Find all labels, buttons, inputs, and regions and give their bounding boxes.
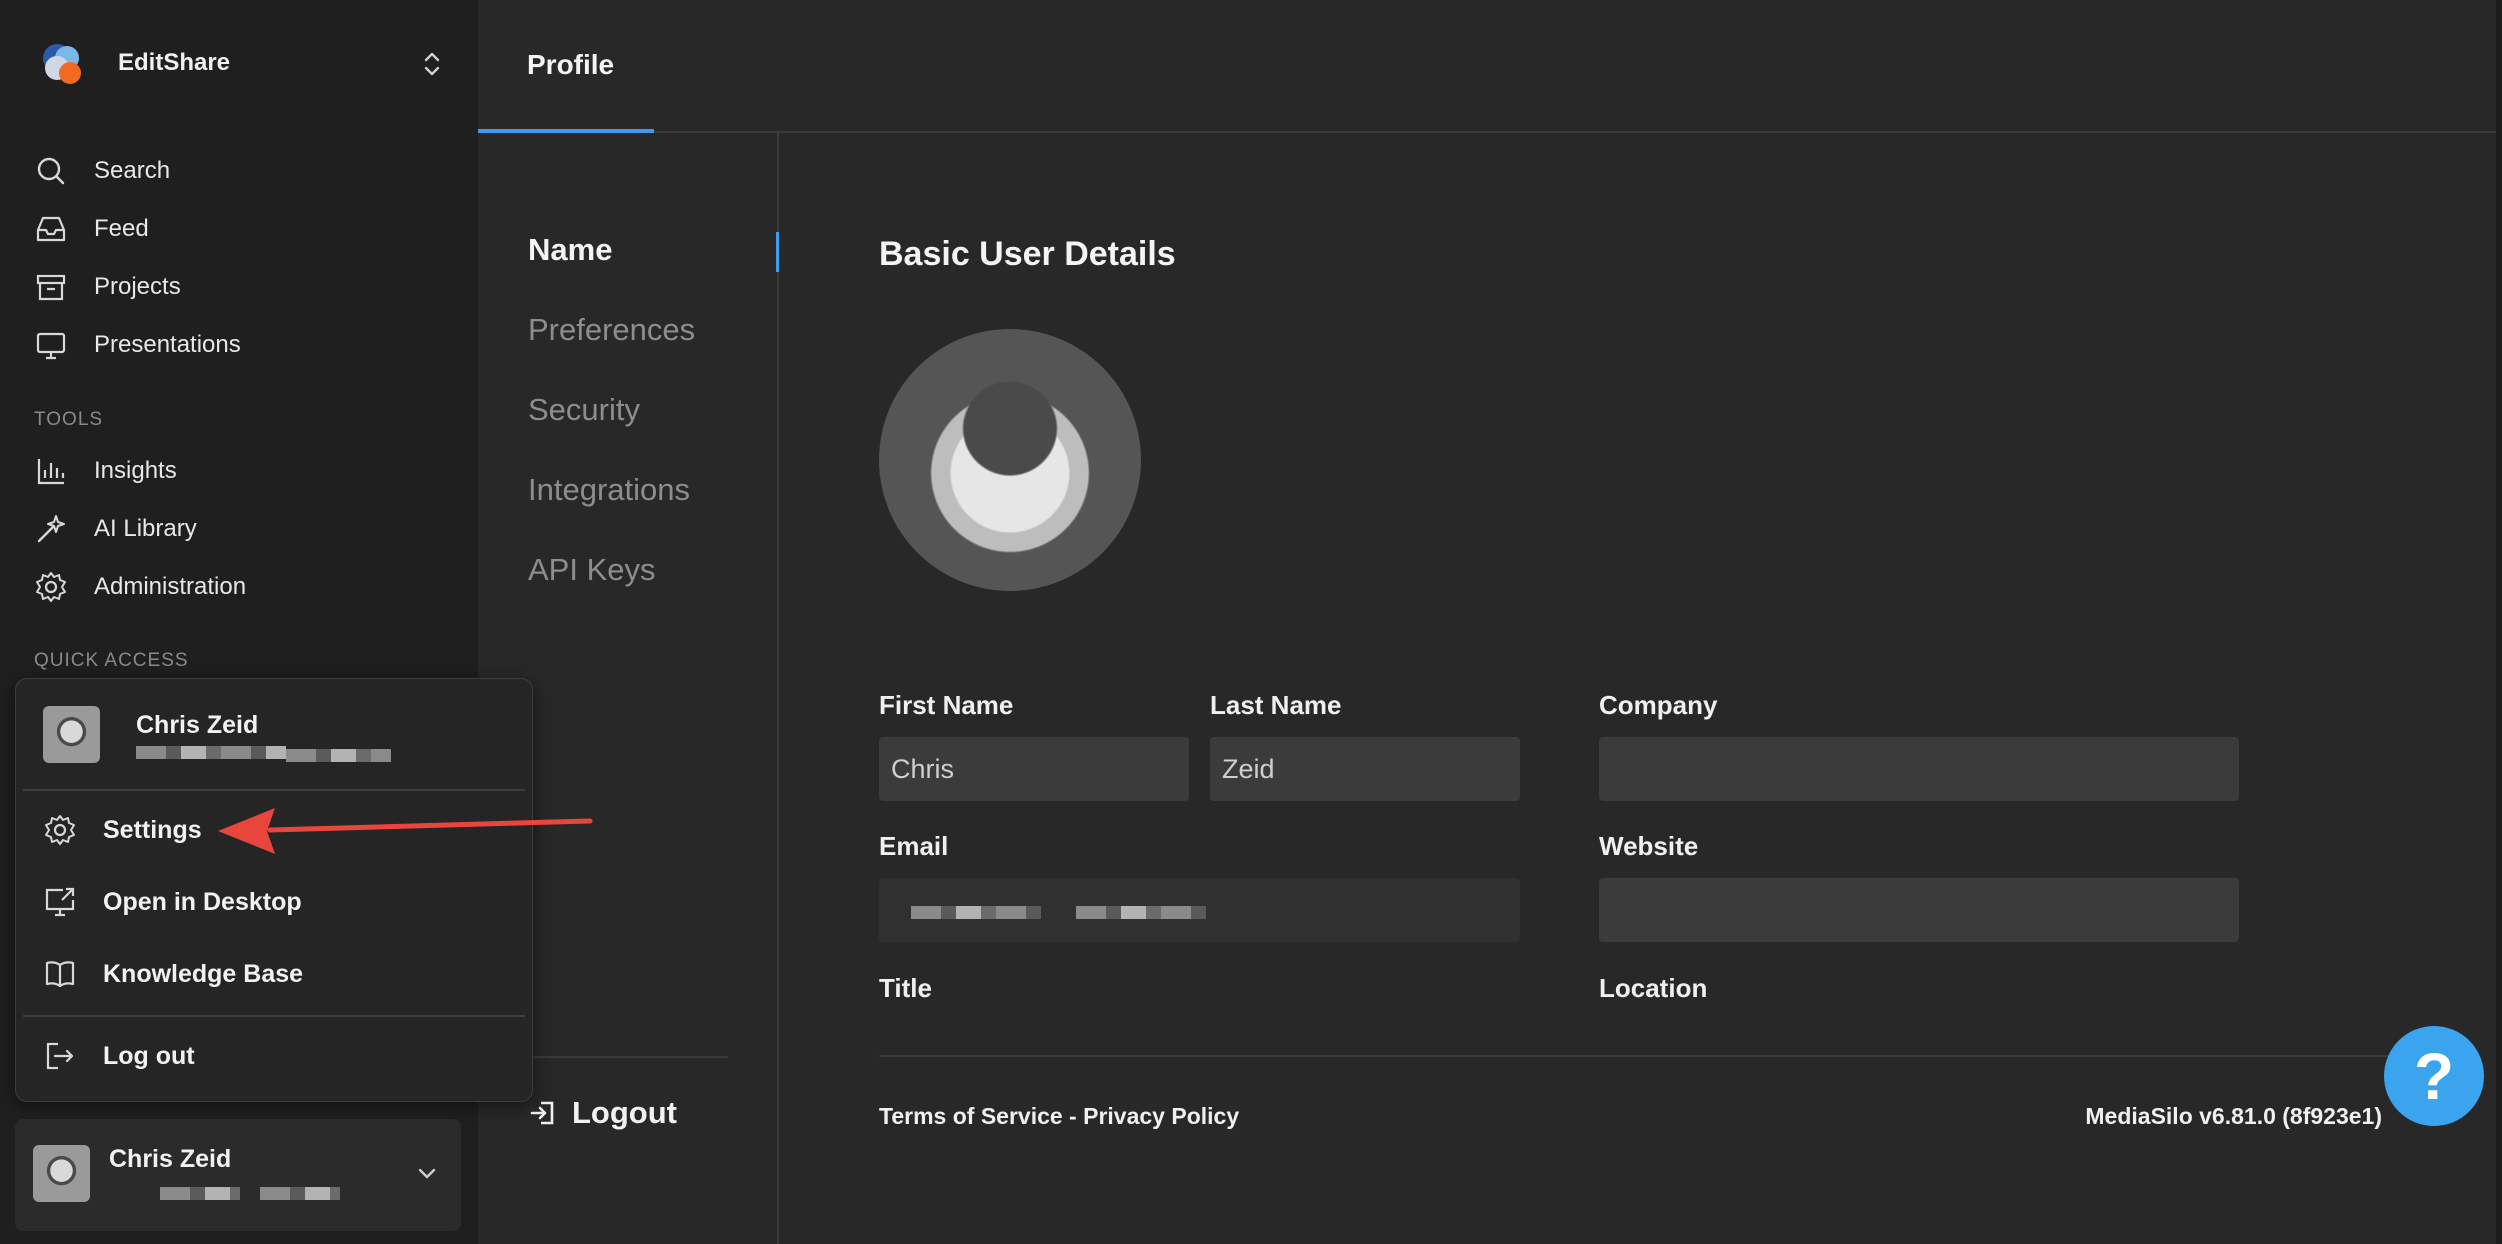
- tab-bar: Profile: [478, 0, 2502, 133]
- sidebar-item-label: Administration: [94, 573, 247, 600]
- redacted-email: [260, 1187, 340, 1200]
- user-name: Chris Zeid: [136, 711, 259, 739]
- redacted-email: [911, 906, 1041, 919]
- divider: [528, 1056, 728, 1058]
- sidebar-item-label: Insights: [94, 457, 177, 484]
- redacted-email: [136, 746, 286, 759]
- divider: [23, 1015, 525, 1017]
- main-content: Profile Name Preferences Security Integr…: [478, 0, 2502, 1244]
- last-name-label: Last Name: [1210, 690, 1342, 720]
- workspace-name: EditShare: [118, 49, 231, 76]
- help-button[interactable]: ?: [2384, 1026, 2484, 1126]
- redacted-email: [286, 749, 391, 762]
- company-label: Company: [1599, 690, 1718, 720]
- email-field[interactable]: [879, 878, 1520, 942]
- settings-nav-security[interactable]: Security: [528, 392, 640, 428]
- logout-button[interactable]: Logout: [528, 1091, 677, 1135]
- logout-label: Logout: [572, 1095, 678, 1130]
- external-monitor-icon: [45, 887, 75, 917]
- sidebar-item-label: Search: [94, 157, 171, 184]
- first-name-label: First Name: [879, 690, 1014, 720]
- menu-item-label: Log out: [103, 1041, 195, 1070]
- menu-item-label: Knowledge Base: [103, 959, 304, 988]
- menu-item-label: Open in Desktop: [103, 887, 302, 916]
- terms-of-service-link[interactable]: Terms of Service: [879, 1103, 1063, 1129]
- bar-chart-icon: [37, 459, 65, 485]
- sidebar-item-feed[interactable]: Feed: [34, 206, 454, 252]
- quick-access-section-label: QUICK ACCESS: [34, 650, 189, 671]
- website-field[interactable]: [1599, 878, 2239, 942]
- gear-icon: [36, 572, 66, 602]
- sidebar-item-administration[interactable]: Administration: [34, 564, 454, 610]
- workspace-switcher[interactable]: EditShare: [37, 36, 447, 92]
- footer-links: Terms of Service - Privacy Policy: [879, 1103, 1239, 1130]
- archive-box-icon: [36, 274, 66, 301]
- avatar: [43, 706, 100, 763]
- window-edge: [2496, 0, 2502, 1244]
- menu-item-log-out[interactable]: Log out: [43, 1031, 513, 1081]
- chevron-up-down-icon[interactable]: [417, 46, 447, 82]
- email-label: Email: [879, 831, 949, 861]
- location-label: Location: [1599, 973, 1708, 1003]
- menu-item-open-in-desktop[interactable]: Open in Desktop: [43, 877, 513, 927]
- website-label: Website: [1599, 831, 1699, 861]
- sidebar-item-label: Projects: [94, 273, 181, 300]
- section-title: Basic User Details: [879, 235, 1176, 273]
- search-icon: [37, 157, 65, 185]
- chevron-down-icon: [418, 1168, 436, 1179]
- sidebar-item-ai-library[interactable]: AI Library: [34, 506, 454, 552]
- tab-profile[interactable]: Profile: [478, 0, 654, 133]
- last-name-field[interactable]: [1210, 737, 1520, 801]
- redacted-email: [1076, 906, 1206, 919]
- settings-nav-api-keys[interactable]: API Keys: [528, 552, 656, 588]
- menu-user-header: Chris Zeid: [43, 706, 503, 766]
- user-account-button[interactable]: Chris Zeid: [15, 1119, 461, 1231]
- first-name-field[interactable]: [879, 737, 1189, 801]
- title-label: Title: [879, 973, 932, 1003]
- profile-form: Basic User Details First Name Last Name …: [779, 133, 2502, 1244]
- annotation-arrow: [218, 808, 593, 854]
- user-name: Chris Zeid: [109, 1145, 232, 1173]
- tools-section-label: TOOLS: [34, 409, 104, 430]
- settings-nav-preferences[interactable]: Preferences: [528, 312, 695, 348]
- divider: [879, 1055, 2439, 1057]
- sidebar-item-label: Presentations: [94, 331, 241, 358]
- settings-nav-integrations[interactable]: Integrations: [528, 472, 690, 508]
- sparkle-wand-icon: [37, 515, 65, 543]
- sidebar-item-presentations[interactable]: Presentations: [34, 322, 454, 368]
- gear-icon: [45, 815, 75, 845]
- logout-icon: [46, 1042, 74, 1070]
- monitor-icon: [36, 332, 66, 360]
- profile-photo[interactable]: [879, 329, 1141, 591]
- book-icon: [45, 961, 75, 988]
- editshare-logo: [43, 44, 81, 84]
- account-menu: Chris Zeid Settings Open in Desktop Know…: [15, 678, 533, 1102]
- link-separator: -: [1062, 1103, 1084, 1129]
- avatar: [33, 1145, 90, 1202]
- inbox-icon: [36, 216, 66, 242]
- privacy-policy-link[interactable]: Privacy Policy: [1083, 1103, 1239, 1129]
- settings-nav-name[interactable]: Name: [528, 232, 612, 268]
- sidebar-item-label: Feed: [94, 215, 149, 242]
- version-label: MediaSilo v6.81.0 (8f923e1): [2085, 1103, 2382, 1129]
- redacted-email: [160, 1187, 240, 1200]
- menu-item-knowledge-base[interactable]: Knowledge Base: [43, 949, 513, 999]
- sidebar-item-label: AI Library: [94, 515, 197, 542]
- menu-item-label: Settings: [103, 815, 202, 844]
- divider: [23, 789, 525, 791]
- sidebar-item-insights[interactable]: Insights: [34, 448, 454, 494]
- login-arrow-icon: [530, 1101, 554, 1125]
- sidebar-item-projects[interactable]: Projects: [34, 264, 454, 310]
- sidebar-item-search[interactable]: Search: [34, 148, 454, 194]
- company-field[interactable]: [1599, 737, 2239, 801]
